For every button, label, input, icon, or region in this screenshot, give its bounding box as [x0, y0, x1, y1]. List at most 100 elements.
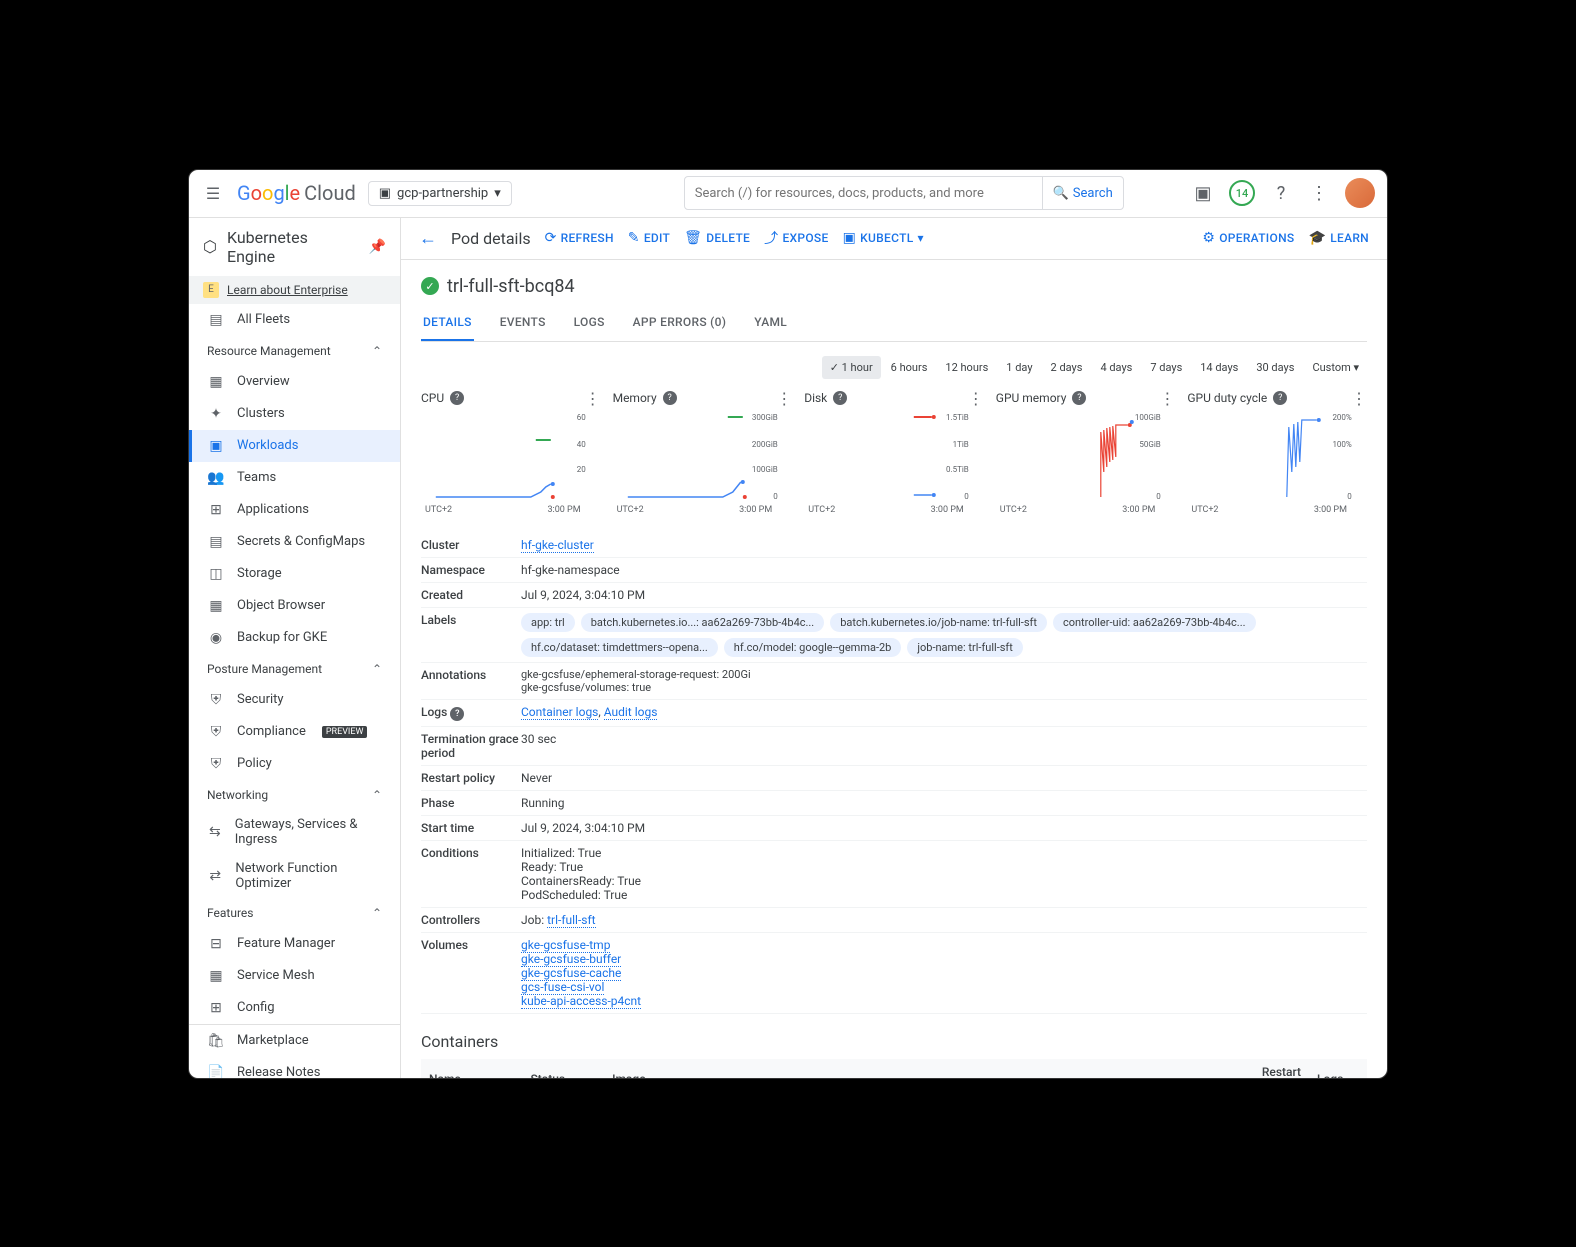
edit-button[interactable]: ✎EDIT	[628, 230, 670, 246]
enterprise-link[interactable]: Learn about Enterprise	[227, 283, 348, 297]
label-chip[interactable]: batch.kubernetes.io/job-name: trl-full-s…	[830, 613, 1047, 632]
sidebar-item-security[interactable]: ⛨Security	[189, 684, 400, 716]
chevron-up-icon: ⌃	[372, 788, 382, 802]
tab-yaml[interactable]: YAML	[752, 305, 789, 341]
help-icon[interactable]: ?	[450, 391, 464, 405]
more-icon[interactable]: ⋮	[1159, 389, 1175, 408]
start-label: Start time	[421, 821, 521, 835]
volume-link[interactable]: gke-gcsfuse-tmp	[521, 938, 610, 953]
sidebar-item-release-notes[interactable]: 📄Release Notes	[189, 1057, 400, 1079]
gateway-icon: ⇆	[207, 823, 223, 841]
help-icon[interactable]: ?	[833, 391, 847, 405]
more-icon[interactable]: ⋮	[1351, 389, 1367, 408]
namespace-value: hf-gke-namespace	[521, 563, 1367, 577]
timerange-12-hours[interactable]: 12 hours	[937, 356, 996, 379]
tab-events[interactable]: EVENTS	[498, 305, 548, 341]
more-icon[interactable]: ⋮	[585, 389, 601, 408]
timerange-7-days[interactable]: 7 days	[1142, 356, 1190, 379]
sidebar-item-compliance[interactable]: ⛨CompliancePREVIEW	[189, 716, 400, 748]
refresh-button[interactable]: ⟳REFRESH	[545, 230, 614, 246]
avatar[interactable]	[1345, 178, 1375, 208]
timerange-30-days[interactable]: 30 days	[1248, 356, 1302, 379]
more-icon[interactable]: ⋮	[968, 389, 984, 408]
project-selector[interactable]: ▣ gcp-partnership ▾	[368, 181, 512, 206]
section-networking[interactable]: Networking⌃	[189, 780, 400, 810]
section-posture[interactable]: Posture Management⌃	[189, 654, 400, 684]
sidebar-item-all-fleets[interactable]: ▤All Fleets	[189, 304, 400, 336]
label-chip[interactable]: hf.co/model: google--gemma-2b	[724, 638, 902, 657]
sidebar-item-overview[interactable]: ▦Overview	[189, 366, 400, 398]
search-input[interactable]	[685, 186, 1042, 201]
controller-link[interactable]: trl-full-sft	[547, 913, 595, 928]
timerange-14-days[interactable]: 14 days	[1192, 356, 1246, 379]
timerange-1-day[interactable]: 1 day	[998, 356, 1040, 379]
workloads-icon: ▣	[207, 437, 225, 455]
tab-logs[interactable]: LOGS	[572, 305, 607, 341]
timerange-custom[interactable]: Custom ▾	[1304, 356, 1367, 379]
label-chip[interactable]: app: trl	[521, 613, 575, 632]
sidebar-item-object-browser[interactable]: ▦Object Browser	[189, 590, 400, 622]
sidebar-item-config[interactable]: ⊞Config	[189, 992, 400, 1024]
tab-details[interactable]: DETAILS	[421, 305, 474, 341]
main-menu-icon[interactable]: ☰	[201, 181, 225, 205]
trial-badge[interactable]: 14	[1229, 180, 1255, 206]
sidebar-item-backup[interactable]: ◉Backup for GKE	[189, 622, 400, 654]
help-icon[interactable]: ?	[1072, 391, 1086, 405]
search-box[interactable]: 🔍Search	[684, 176, 1124, 210]
expose-button[interactable]: ⤴EXPOSE	[764, 228, 828, 248]
learn-button[interactable]: 🎓LEARN	[1308, 230, 1369, 246]
phase-label: Phase	[421, 796, 521, 810]
volume-link[interactable]: gke-gcsfuse-cache	[521, 966, 621, 981]
gcp-logo[interactable]: GoogleCloud	[237, 181, 356, 205]
sidebar-item-storage[interactable]: ◫Storage	[189, 558, 400, 590]
more-icon[interactable]: ⋮	[1307, 181, 1331, 205]
help-icon[interactable]: ?	[1273, 391, 1287, 405]
sidebar-item-gateways[interactable]: ⇆Gateways, Services & Ingress	[189, 810, 400, 854]
overview-icon: ▦	[207, 373, 225, 391]
sidebar-item-marketplace[interactable]: 🛍Marketplace	[189, 1025, 400, 1057]
tab-app-errors-[interactable]: APP ERRORS (0)	[631, 305, 729, 341]
label-chip[interactable]: hf.co/dataset: timdettmers--opena...	[521, 638, 718, 657]
sidebar-item-workloads[interactable]: ▣Workloads	[189, 430, 400, 462]
delete-button[interactable]: 🗑DELETE	[684, 230, 750, 246]
timerange-1-hour[interactable]: ✓ 1 hour	[822, 356, 881, 379]
sidebar-item-clusters[interactable]: ✦Clusters	[189, 398, 400, 430]
sidebar-item-nfo[interactable]: ⇄Network Function Optimizer	[189, 854, 400, 898]
timerange-2-days[interactable]: 2 days	[1043, 356, 1091, 379]
section-features[interactable]: Features⌃	[189, 898, 400, 928]
more-icon[interactable]: ⋮	[776, 389, 792, 408]
operations-button[interactable]: ⚙OPERATIONS	[1202, 230, 1294, 246]
svg-text:100GiB: 100GiB	[752, 465, 778, 474]
created-label: Created	[421, 588, 521, 602]
col-name[interactable]: Name	[421, 1059, 523, 1078]
timerange-6-hours[interactable]: 6 hours	[883, 356, 936, 379]
volume-link[interactable]: gcs-fuse-csi-vol	[521, 980, 604, 995]
volume-link[interactable]: gke-gcsfuse-buffer	[521, 952, 621, 967]
volume-link[interactable]: kube-api-access-p4cnt	[521, 994, 641, 1009]
sidebar-item-service-mesh[interactable]: ▦Service Mesh	[189, 960, 400, 992]
sidebar-item-teams[interactable]: 👥Teams	[189, 462, 400, 494]
sidebar-item-applications[interactable]: ⊞Applications	[189, 494, 400, 526]
pin-icon[interactable]: 📌	[369, 239, 386, 255]
sidebar-item-secrets[interactable]: ▤Secrets & ConfigMaps	[189, 526, 400, 558]
container-logs-link[interactable]: Container logs	[521, 705, 598, 720]
timerange-4-days[interactable]: 4 days	[1092, 356, 1140, 379]
kubectl-button[interactable]: ▣KUBECTL ▾	[843, 230, 924, 246]
audit-logs-link[interactable]: Audit logs	[604, 705, 658, 720]
help-icon[interactable]: ?	[663, 391, 677, 405]
analytics-icon[interactable]: ▣	[1191, 181, 1215, 205]
label-chip[interactable]: batch.kubernetes.io...: aa62a269-73bb-4b…	[581, 613, 824, 632]
chart-title: Disk	[804, 391, 827, 405]
sidebar-item-feature-manager[interactable]: ⊟Feature Manager	[189, 928, 400, 960]
help-icon[interactable]: ?	[1269, 181, 1293, 205]
search-button[interactable]: 🔍Search	[1042, 177, 1123, 209]
cluster-link[interactable]: hf-gke-cluster	[521, 538, 594, 553]
breadcrumb: Pod details	[451, 229, 531, 248]
enterprise-banner[interactable]: ELearn about Enterprise	[189, 276, 400, 304]
help-icon[interactable]: ?	[450, 707, 464, 721]
sidebar-item-policy[interactable]: ⛨Policy	[189, 748, 400, 780]
section-resource[interactable]: Resource Management⌃	[189, 336, 400, 366]
label-chip[interactable]: job-name: trl-full-sft	[907, 638, 1022, 657]
back-button[interactable]: ←	[419, 228, 437, 249]
label-chip[interactable]: controller-uid: aa62a269-73bb-4b4c...	[1053, 613, 1256, 632]
